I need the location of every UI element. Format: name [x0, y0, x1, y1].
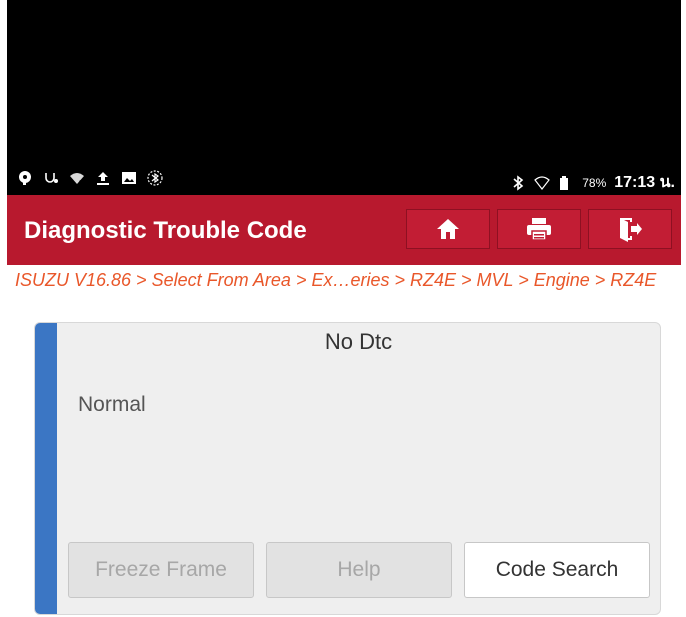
right-bezel: [681, 0, 686, 617]
title-bar: Diagnostic Trouble Code: [7, 195, 681, 265]
exit-icon: [620, 218, 642, 242]
image-icon: [122, 172, 136, 184]
panel-accent-bar: [35, 323, 57, 614]
panel-status: Normal: [78, 393, 146, 416]
status-bar-left: ?: [17, 170, 163, 186]
battery-percent: 78%: [582, 175, 607, 190]
freeze-frame-button[interactable]: Freeze Frame: [68, 542, 254, 598]
clock: 17:13 น.: [614, 174, 675, 191]
wifi-question-icon: ?: [70, 173, 84, 186]
home-icon: [437, 219, 459, 239]
upload-icon: [97, 172, 109, 185]
status-bar-right: 78% 17:13 น.: [510, 170, 675, 195]
wifi-icon: [534, 175, 551, 190]
bluetooth-icon: [513, 174, 524, 191]
left-bezel: [0, 0, 7, 617]
page-title: Diagnostic Trouble Code: [24, 217, 307, 244]
panel-title: No Dtc: [324, 329, 393, 354]
code-search-button[interactable]: Code Search: [464, 542, 650, 598]
battery-icon: [560, 175, 569, 190]
home-button[interactable]: [406, 209, 490, 249]
screen: ? 78% 17:13 น. Diagnostic Trouble Code I…: [7, 0, 681, 617]
exit-button[interactable]: [588, 209, 672, 249]
status-bar: ? 78% 17:13 น.: [7, 166, 681, 194]
print-icon: [527, 218, 551, 241]
svg-text:?: ?: [79, 180, 83, 186]
help-button[interactable]: Help: [266, 542, 452, 598]
usb-debug-icon: [45, 173, 58, 183]
print-button[interactable]: [497, 209, 581, 249]
breadcrumb: ISUZU V16.86 > Select From Area > Ex…eri…: [15, 270, 657, 290]
dtc-panel: No Dtc Normal Freeze Frame Help Code Sea…: [34, 322, 661, 615]
bluetooth-circle-icon: [147, 170, 163, 186]
message-icon: [19, 171, 31, 185]
